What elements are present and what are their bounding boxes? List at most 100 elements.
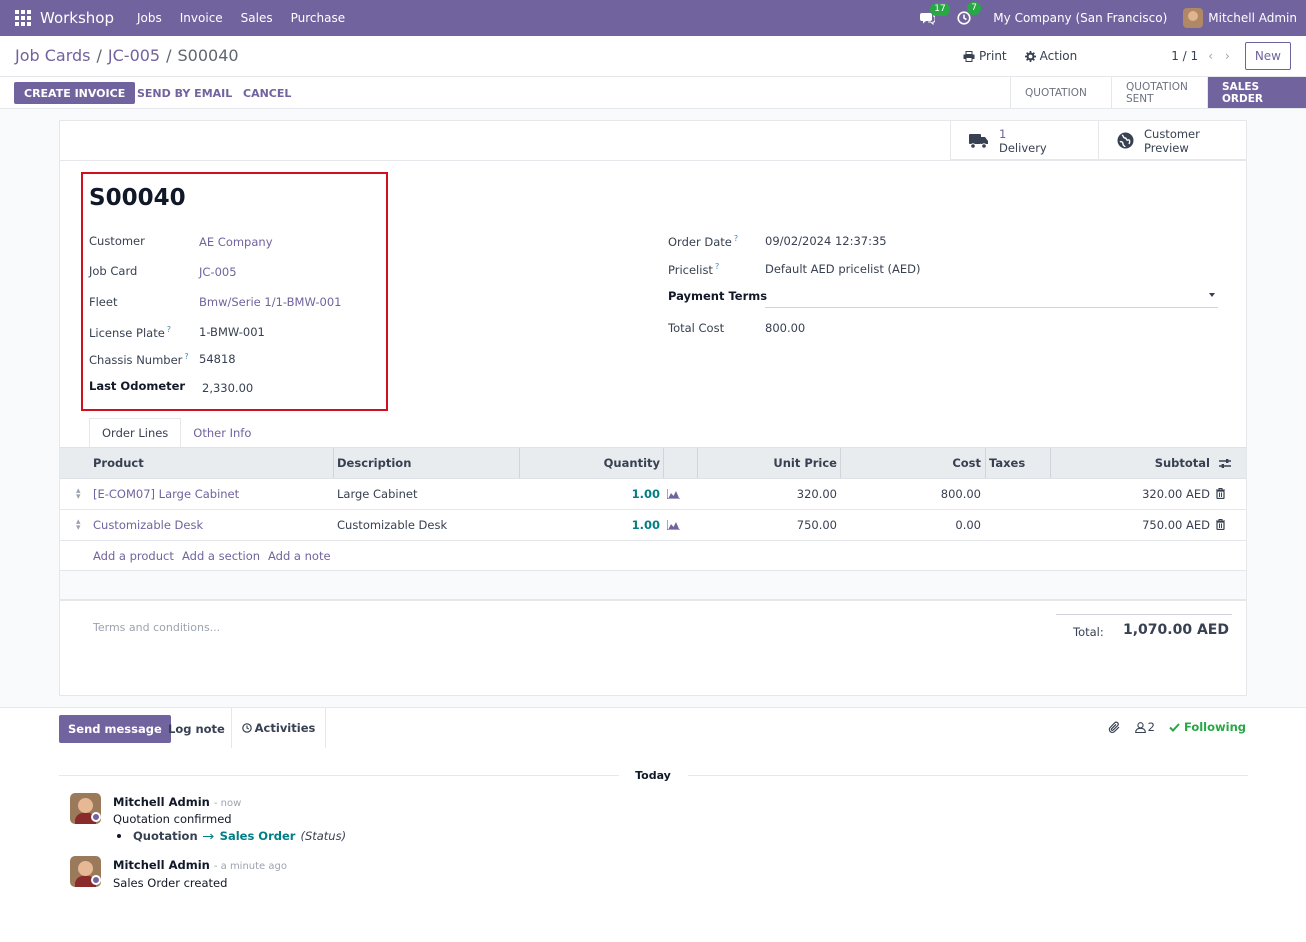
line-unit-price[interactable]: 320.00: [697, 479, 837, 509]
new-button[interactable]: New: [1244, 42, 1291, 70]
drag-handle-icon[interactable]: ▴ ▾: [76, 518, 81, 533]
message-author[interactable]: Mitchell Admin - now: [113, 795, 241, 809]
add-section-link[interactable]: Add a section: [182, 549, 260, 563]
user-menu[interactable]: Mitchell Admin: [1208, 11, 1297, 25]
messaging-menu[interactable]: 17: [920, 2, 950, 25]
pricelist-field[interactable]: Default AED pricelist (AED): [765, 262, 920, 276]
chassis-number-field[interactable]: 54818: [199, 352, 236, 366]
breadcrumb-job-cards[interactable]: Job Cards: [15, 46, 91, 65]
col-taxes[interactable]: Taxes: [989, 448, 1025, 478]
line-product[interactable]: [E-COM07] Large Cabinet: [93, 479, 239, 509]
activities-button[interactable]: Activities: [231, 708, 326, 748]
stage-quotation-sent[interactable]: QUOTATION SENT: [1111, 77, 1207, 108]
help-icon[interactable]: ?: [167, 325, 171, 334]
breadcrumb-current: S00040: [177, 46, 239, 65]
help-icon[interactable]: ?: [184, 352, 188, 361]
app-brand[interactable]: Workshop: [40, 9, 114, 27]
message-author[interactable]: Mitchell Admin - a minute ago: [113, 858, 287, 872]
license-plate-field[interactable]: 1-BMW-001: [199, 325, 265, 339]
customer-preview-button[interactable]: Customer Preview: [1098, 121, 1246, 160]
line-cost[interactable]: 0.00: [840, 510, 981, 540]
table-row[interactable]: ▴ ▾ [E-COM07] Large Cabinet Large Cabinet…: [60, 479, 1246, 510]
help-icon[interactable]: ?: [715, 262, 719, 271]
chatter-topbar-right: 2 Following: [1108, 720, 1246, 734]
truck-icon: [969, 133, 988, 149]
line-description[interactable]: Large Cabinet: [337, 479, 417, 509]
followers-button[interactable]: 2: [1134, 720, 1155, 734]
user-icon: [1134, 721, 1146, 733]
following-button[interactable]: Following: [1169, 720, 1246, 734]
line-description[interactable]: Customizable Desk: [337, 510, 447, 540]
total-amount: 1,070.00 AED: [1123, 622, 1229, 638]
pager-value[interactable]: 1 / 1: [1171, 49, 1198, 63]
cancel-button[interactable]: CANCEL: [243, 82, 291, 104]
col-description[interactable]: Description: [337, 448, 411, 478]
line-quantity[interactable]: 1.00: [519, 510, 660, 540]
pager-next-icon[interactable]: ›: [1225, 49, 1230, 63]
divider: [60, 160, 1246, 161]
following-label: Following: [1183, 720, 1246, 734]
delivery-smart-button[interactable]: 1 Delivery: [950, 121, 1098, 160]
breadcrumb-separator: /: [96, 46, 102, 65]
forecast-chart-icon[interactable]: [667, 489, 680, 499]
last-odometer-field[interactable]: 2,330.00: [202, 381, 253, 395]
terms-and-conditions-field[interactable]: Terms and conditions...: [93, 621, 220, 634]
order-date-field[interactable]: 09/02/2024 12:37:35: [765, 234, 887, 248]
chassis-number-label: Chassis Number?: [89, 352, 189, 367]
apps-grid-icon[interactable]: [15, 10, 31, 26]
col-product[interactable]: Product: [93, 448, 144, 478]
menu-sales[interactable]: Sales: [241, 11, 273, 25]
drag-handle-icon[interactable]: ▴ ▾: [76, 487, 81, 502]
line-product[interactable]: Customizable Desk: [93, 510, 203, 540]
log-note-button[interactable]: Log note: [168, 715, 225, 743]
paperclip-icon[interactable]: [1108, 721, 1121, 734]
send-message-button[interactable]: Send message: [59, 715, 171, 743]
create-invoice-button[interactable]: CREATE INVOICE: [14, 82, 136, 104]
optional-columns-icon[interactable]: [1219, 458, 1231, 469]
col-cost[interactable]: Cost: [840, 448, 981, 478]
print-button[interactable]: Print: [963, 49, 1007, 63]
message-time: - now: [213, 798, 242, 809]
pricelist-label-text: Pricelist: [668, 262, 713, 277]
line-unit-price[interactable]: 750.00: [697, 510, 837, 540]
trash-icon[interactable]: [1216, 488, 1225, 499]
col-unit-price[interactable]: Unit Price: [697, 448, 837, 478]
table-row[interactable]: ▴ ▾ Customizable Desk Customizable Desk 1…: [60, 510, 1246, 541]
add-product-link[interactable]: Add a product: [93, 549, 174, 563]
action-button[interactable]: Action: [1024, 49, 1077, 63]
col-subtotal[interactable]: Subtotal: [1050, 448, 1210, 478]
caret-down-icon[interactable]: [1209, 293, 1215, 297]
control-panel: Job Cards / JC-005 / S00040 Print Action…: [0, 36, 1306, 77]
user-avatar[interactable]: [1183, 8, 1204, 28]
breadcrumb-job-card[interactable]: JC-005: [108, 46, 160, 65]
help-icon[interactable]: ?: [734, 234, 738, 243]
menu-purchase[interactable]: Purchase: [291, 11, 346, 25]
activities-label: Activities: [254, 721, 316, 735]
send-by-email-button[interactable]: SEND BY EMAIL: [137, 82, 232, 104]
trash-icon[interactable]: [1216, 519, 1225, 530]
record-title: S00040: [89, 185, 186, 211]
menu-invoice[interactable]: Invoice: [180, 11, 223, 25]
payment-terms-underline[interactable]: [765, 307, 1218, 308]
status-header: CREATE INVOICE SEND BY EMAIL CANCEL QUOT…: [0, 77, 1306, 109]
activity-menu[interactable]: 7: [957, 2, 982, 25]
company-switcher[interactable]: My Company (San Francisco): [993, 11, 1167, 25]
pager-prev-icon[interactable]: ‹: [1208, 49, 1213, 63]
line-quantity[interactable]: 1.00: [519, 479, 660, 509]
col-separator: [663, 448, 664, 478]
menu-jobs[interactable]: Jobs: [137, 11, 162, 25]
tab-order-lines[interactable]: Order Lines: [89, 418, 182, 448]
stage-quotation[interactable]: QUOTATION: [1010, 77, 1111, 108]
add-note-link[interactable]: Add a note: [268, 549, 331, 563]
fleet-field[interactable]: Bmw/Serie 1/1-BMW-001: [199, 295, 341, 309]
customer-field[interactable]: AE Company: [199, 235, 273, 249]
stage-sales-order[interactable]: SALES ORDER: [1207, 77, 1306, 108]
date-separator: Today: [635, 769, 671, 782]
job-card-field[interactable]: JC-005: [199, 265, 237, 279]
col-quantity[interactable]: Quantity: [519, 448, 660, 478]
tab-other-info[interactable]: Other Info: [181, 418, 263, 448]
line-cost[interactable]: 800.00: [840, 479, 981, 509]
breadcrumb-separator: /: [166, 46, 172, 65]
print-label: Print: [979, 49, 1007, 63]
forecast-chart-icon[interactable]: [667, 520, 680, 530]
